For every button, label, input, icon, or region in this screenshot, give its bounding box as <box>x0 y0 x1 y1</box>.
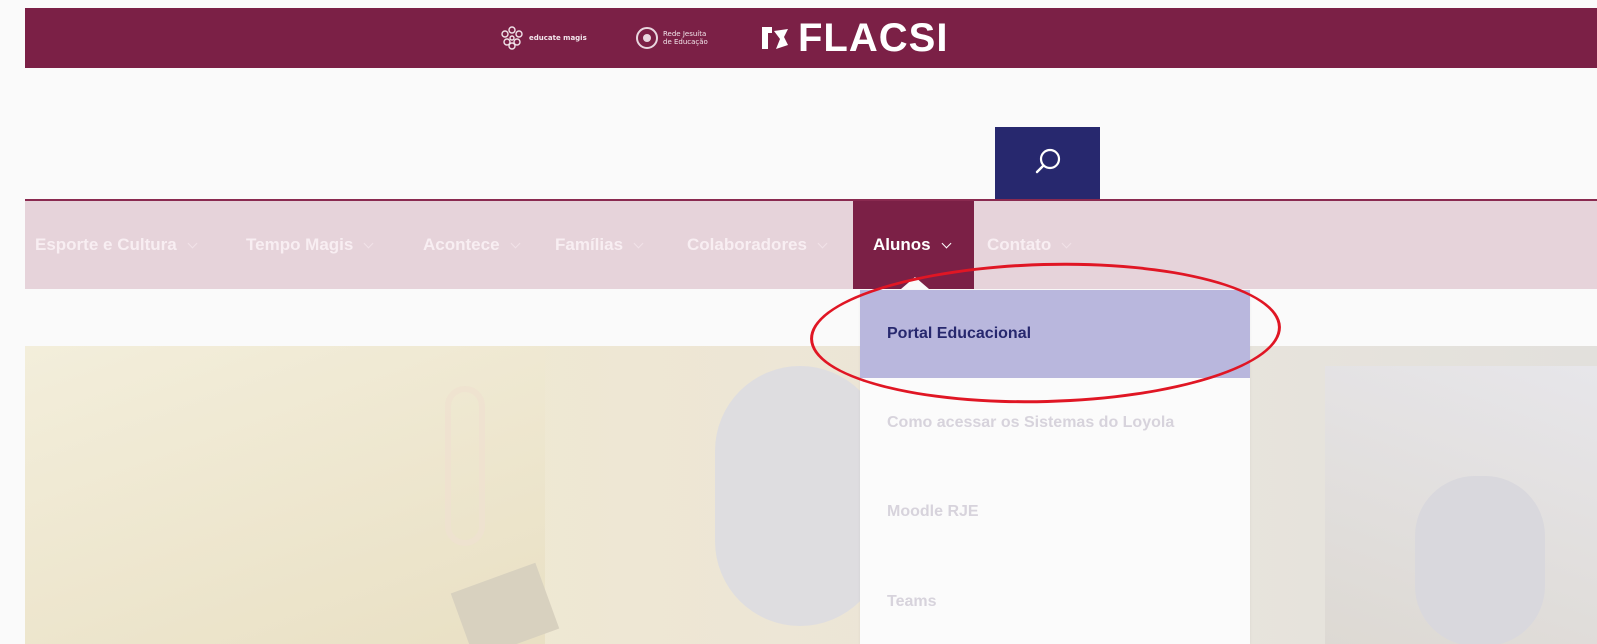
nav-item-alunos[interactable]: Alunos <box>853 201 974 289</box>
main-nav-bar: Esporte e Cultura Tempo Magis Acontece F… <box>25 199 1597 289</box>
dropdown-item-label: Moodle RJE <box>887 503 979 520</box>
flacsi-label: FLACSI <box>798 15 949 60</box>
hero-image <box>25 346 1597 644</box>
dropdown-item-moodle-rje[interactable]: Moodle RJE <box>860 468 1250 556</box>
page: educate magis Rede Jesuíta de Educação F… <box>0 0 1597 644</box>
chevron-down-icon <box>363 238 374 248</box>
nav-item-acontece[interactable]: Acontece <box>423 201 520 289</box>
dropdown-item-teams[interactable]: Teams <box>860 558 1250 644</box>
hero-shape <box>1415 476 1545 644</box>
flacsi-icon <box>758 21 792 55</box>
nav-item-colaboradores[interactable]: Colaboradores <box>687 201 828 289</box>
dropdown-item-label: Teams <box>887 593 937 610</box>
educate-magis-icon <box>499 25 525 51</box>
chevron-down-icon <box>510 238 520 248</box>
hero-shape <box>445 386 485 546</box>
alunos-dropdown-menu: Portal Educacional Como acessar os Siste… <box>860 290 1250 644</box>
nav-item-esporte-e-cultura[interactable]: Esporte e Cultura <box>35 201 198 289</box>
dropdown-item-como-acessar-sistemas[interactable]: Como acessar os Sistemas do Loyola <box>860 379 1250 467</box>
nav-item-label: Esporte e Cultura <box>35 235 177 254</box>
rede-jesuita-label: Rede Jesuíta de Educação <box>663 30 708 46</box>
dropdown-item-label: Como acessar os Sistemas do Loyola <box>887 414 1175 431</box>
chevron-down-icon <box>817 238 828 248</box>
search-icon <box>1031 145 1065 183</box>
nav-item-tempo-magis[interactable]: Tempo Magis <box>246 201 374 289</box>
rede-jesuita-logo[interactable]: Rede Jesuíta de Educação <box>636 20 713 56</box>
chevron-down-icon <box>941 238 952 248</box>
nav-item-label: Acontece <box>423 235 500 254</box>
nav-item-contato[interactable]: Contato <box>987 201 1072 289</box>
nav-item-label: Colaboradores <box>687 235 807 254</box>
educate-magis-logo[interactable]: educate magis <box>499 20 587 56</box>
nav-item-label: Contato <box>987 235 1052 254</box>
nav-item-label: Tempo Magis <box>246 235 354 254</box>
rede-jesuita-icon <box>636 27 658 49</box>
top-brand-bar: educate magis Rede Jesuíta de Educação F… <box>25 8 1597 68</box>
educate-magis-label: educate magis <box>529 34 587 42</box>
nav-item-label: Alunos <box>873 235 931 254</box>
nav-item-familias[interactable]: Famílias <box>555 201 644 289</box>
chevron-down-icon <box>633 238 644 248</box>
dropdown-item-portal-educacional[interactable]: Portal Educacional <box>860 290 1250 378</box>
nav-item-label: Famílias <box>555 235 624 254</box>
chevron-down-icon <box>187 238 198 248</box>
search-button[interactable] <box>995 127 1100 200</box>
flacsi-logo[interactable]: FLACSI <box>758 16 948 60</box>
chevron-down-icon <box>1061 238 1072 248</box>
dropdown-item-label: Portal Educacional <box>887 325 1032 342</box>
